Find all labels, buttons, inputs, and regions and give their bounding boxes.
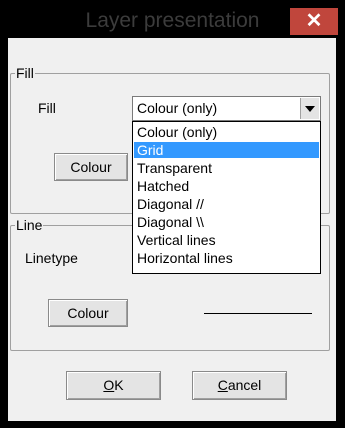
- line-colour-button[interactable]: Colour: [48, 299, 128, 327]
- fill-option-selected[interactable]: Grid: [134, 142, 319, 158]
- fill-option[interactable]: Hatched: [134, 178, 319, 194]
- fill-option[interactable]: Vertical lines: [134, 232, 319, 248]
- fill-option[interactable]: Colour (only): [134, 124, 319, 140]
- fill-option[interactable]: Horizontal lines: [134, 250, 319, 266]
- fill-option[interactable]: Diagonal \\: [134, 214, 319, 230]
- fill-combobox[interactable]: Colour (only): [132, 96, 321, 121]
- chevron-down-icon[interactable]: [300, 98, 319, 119]
- line-group-legend: Line: [15, 217, 44, 233]
- fill-combobox-value: Colour (only): [137, 100, 218, 116]
- fill-label: Fill: [38, 100, 56, 116]
- fill-group-legend: Fill: [15, 65, 35, 81]
- fill-colour-button-label: Colour: [70, 159, 112, 175]
- line-colour-button-label: Colour: [67, 305, 109, 321]
- linetype-label: Linetype: [25, 250, 78, 266]
- cancel-button[interactable]: Cancel: [192, 371, 287, 400]
- close-icon: ✕: [305, 10, 323, 32]
- fill-option[interactable]: Diagonal //: [134, 196, 319, 212]
- line-sample-preview: [204, 313, 312, 314]
- dialog-client: Fill Fill Colour (only) Colour Line Line…: [8, 38, 336, 421]
- cancel-accelerator: C: [217, 377, 228, 393]
- ok-label: K: [114, 377, 124, 393]
- dialog-window: Layer presentation ✕ Fill Fill Colour (o…: [0, 0, 345, 428]
- fill-colour-button[interactable]: Colour: [54, 153, 128, 181]
- cancel-label: ancel: [227, 377, 262, 393]
- title-bar[interactable]: Layer presentation ✕: [0, 0, 345, 38]
- fill-dropdown-list[interactable]: Colour (only) Grid Transparent Hatched D…: [132, 121, 321, 274]
- ok-button[interactable]: OK: [66, 371, 161, 400]
- ok-accelerator: O: [103, 377, 115, 393]
- close-button[interactable]: ✕: [290, 8, 338, 35]
- fill-option[interactable]: Transparent: [134, 160, 319, 176]
